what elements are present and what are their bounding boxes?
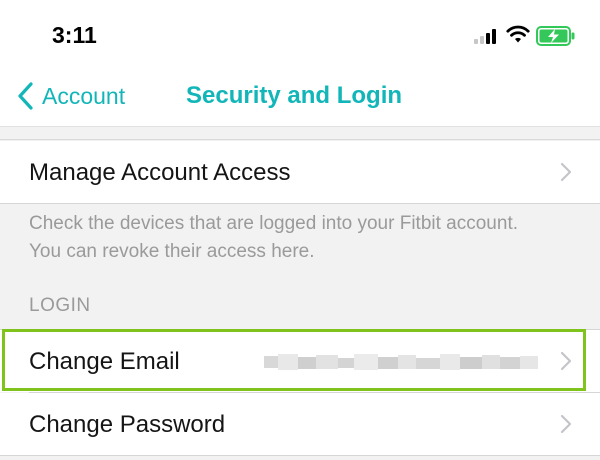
chevron-right-icon — [560, 162, 572, 182]
cellular-signal-icon — [474, 28, 500, 44]
chevron-left-icon — [18, 82, 33, 110]
manage-account-access-row[interactable]: Manage Account Access — [0, 141, 600, 203]
battery-charging-icon — [536, 26, 575, 46]
divider — [0, 203, 600, 204]
navigation-bar: Account Security and Login — [0, 68, 600, 126]
redacted-email-value — [264, 354, 538, 370]
status-time: 3:11 — [52, 22, 97, 48]
wifi-icon — [506, 25, 530, 43]
change-password-row[interactable]: Change Password — [0, 393, 600, 455]
chevron-right-icon — [560, 414, 572, 434]
change-email-row[interactable]: Change Email — [0, 330, 600, 392]
back-button[interactable]: Account — [16, 80, 125, 112]
status-bar: 3:11 — [0, 0, 600, 68]
manage-account-access-label: Manage Account Access — [29, 159, 291, 186]
back-button-label: Account — [42, 82, 126, 109]
account-access-footer: Check the devices that are logged into y… — [29, 213, 518, 262]
divider — [0, 455, 600, 456]
page-title: Security and Login — [186, 82, 403, 109]
chevron-right-icon — [560, 351, 572, 371]
change-password-label: Change Password — [29, 411, 226, 438]
login-section-header: LOGIN — [29, 295, 91, 316]
change-email-label: Change Email — [29, 348, 180, 375]
section-gap — [0, 126, 600, 140]
